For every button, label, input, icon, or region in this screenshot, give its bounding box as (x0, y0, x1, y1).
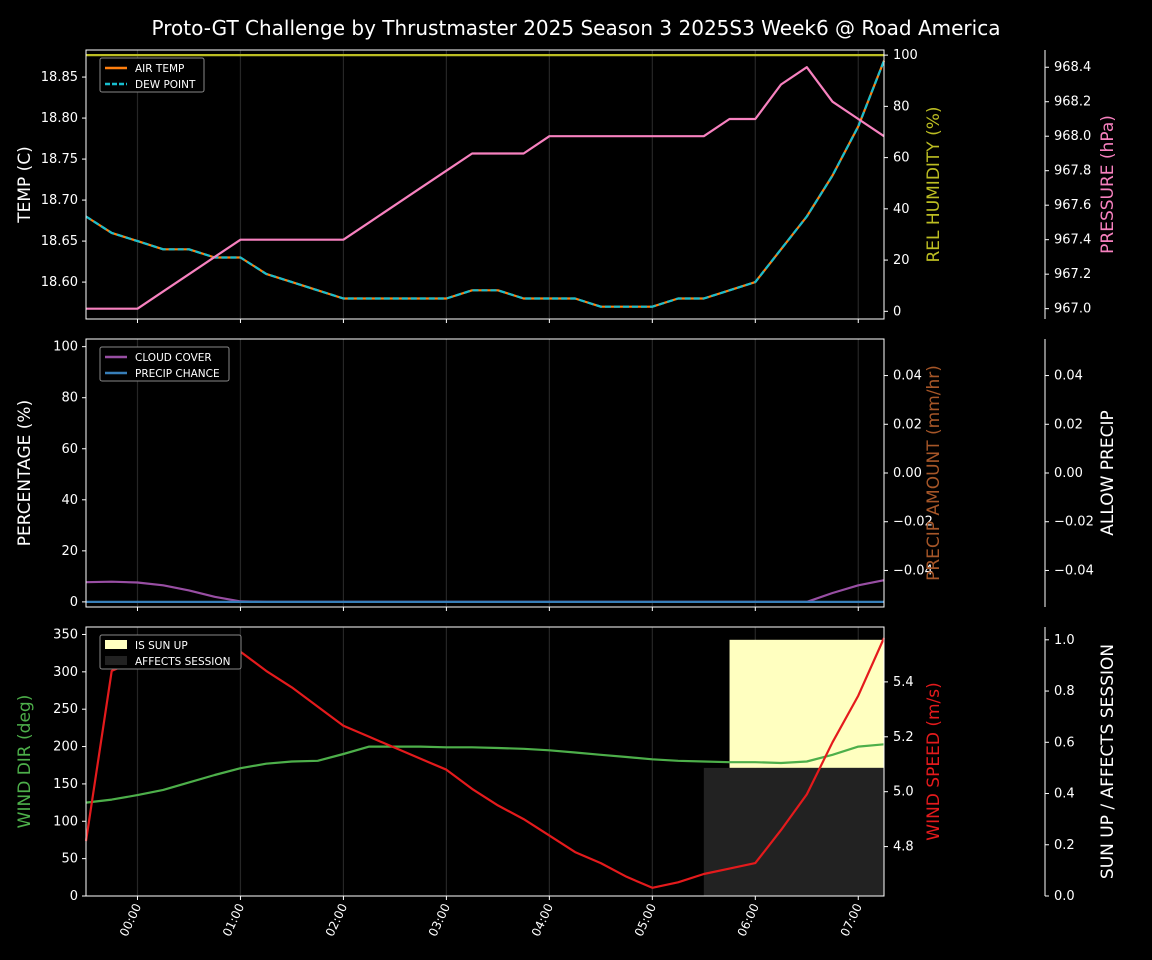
y-tick-label: 18.70 (41, 193, 78, 208)
y-axis-label: PERCENTAGE (%) (15, 400, 35, 546)
y-tick-label: 60 (61, 442, 78, 457)
y-far-right-tick-label: 967.8 (1054, 164, 1091, 179)
y-right-tick-label: 20 (893, 253, 910, 268)
y-tick-label: 350 (53, 627, 78, 642)
y-tick-label: 20 (61, 544, 78, 559)
y-far-right-tick-label: 0.02 (1054, 417, 1083, 432)
y-axis-label: WIND DIR (deg) (15, 695, 35, 829)
y-tick-label: 300 (53, 665, 78, 680)
y-right-tick-label: 80 (893, 99, 910, 114)
y-far-right-tick-label: 967.2 (1054, 267, 1091, 282)
y-far-right-axis-label: PRESSURE (hPa) (1098, 115, 1118, 254)
y-far-right-tick-label: 0.2 (1054, 838, 1075, 853)
y-far-right-tick-label: −0.04 (1054, 563, 1094, 578)
y-tick-label: 80 (61, 391, 78, 406)
y-tick-label: 18.85 (41, 70, 78, 85)
y-tick-label: 200 (53, 740, 78, 755)
y-axis-label: TEMP (C) (15, 146, 35, 224)
band-is-sun-up (729, 639, 884, 768)
y-tick-label: 100 (53, 340, 78, 355)
y-far-right-tick-label: 0.6 (1054, 735, 1075, 750)
y-far-right-tick-label: 968.2 (1054, 95, 1091, 110)
y-right-tick-label: 5.4 (893, 675, 914, 690)
y-far-right-tick-label: 967.4 (1054, 233, 1091, 248)
y-right-tick-label: 0.00 (893, 466, 922, 481)
y-tick-label: 18.75 (41, 152, 78, 167)
y-tick-label: 18.80 (41, 111, 78, 126)
y-tick-label: 0 (70, 595, 78, 610)
y-far-right-tick-label: 0.4 (1054, 787, 1075, 802)
y-right-tick-label: 4.8 (893, 840, 914, 855)
y-right-tick-label: 100 (893, 48, 918, 63)
figure-title: Proto-GT Challenge by Thrustmaster 2025 … (152, 16, 1001, 40)
legend-label: AFFECTS SESSION (135, 656, 231, 668)
legend-label: PRECIP CHANCE (135, 368, 220, 380)
y-right-tick-label: 40 (893, 202, 910, 217)
y-tick-label: 18.65 (41, 234, 78, 249)
y-far-right-tick-label: 1.0 (1054, 633, 1075, 648)
y-right-axis-label: REL HUMIDITY (%) (924, 106, 944, 262)
y-right-tick-label: 0 (893, 304, 901, 319)
y-far-right-tick-label: 968.0 (1054, 129, 1091, 144)
legend-label: AIR TEMP (135, 63, 184, 75)
y-far-right-tick-label: 0.00 (1054, 466, 1083, 481)
y-tick-label: 250 (53, 702, 78, 717)
y-far-right-tick-label: 967.6 (1054, 198, 1091, 213)
y-right-axis-label: PRECIP AMOUNT (mm/hr) (924, 365, 944, 581)
band-affects-session (703, 767, 884, 896)
y-right-tick-label: 0.04 (893, 369, 922, 384)
y-right-tick-label: 0.02 (893, 417, 922, 432)
legend-swatch (105, 656, 127, 665)
y-far-right-axis-label: ALLOW PRECIP (1098, 410, 1118, 536)
legend-label: DEW POINT (135, 79, 196, 91)
y-tick-label: 0 (70, 889, 78, 904)
y-right-tick-label: 5.2 (893, 730, 914, 745)
y-far-right-tick-label: 967.0 (1054, 302, 1091, 317)
y-far-right-tick-label: 968.4 (1054, 60, 1091, 75)
y-far-right-tick-label: 0.8 (1054, 684, 1075, 699)
weather-figure: Proto-GT Challenge by Thrustmaster 2025 … (0, 0, 1152, 960)
legend-swatch (105, 640, 127, 649)
y-tick-label: 100 (53, 814, 78, 829)
y-far-right-tick-label: 0.04 (1054, 369, 1083, 384)
legend-label: IS SUN UP (135, 640, 188, 652)
y-tick-label: 40 (61, 493, 78, 508)
y-tick-label: 50 (61, 852, 78, 867)
y-right-axis-label: WIND SPEED (m/s) (924, 682, 944, 840)
y-tick-label: 150 (53, 777, 78, 792)
y-tick-label: 18.60 (41, 275, 78, 290)
y-far-right-tick-label: 0.0 (1054, 889, 1075, 904)
figure-background (0, 0, 1152, 960)
y-far-right-tick-label: −0.02 (1054, 515, 1094, 530)
y-right-tick-label: 60 (893, 151, 910, 166)
legend-label: CLOUD COVER (135, 352, 212, 364)
y-right-tick-label: 5.0 (893, 785, 914, 800)
y-far-right-axis-label: SUN UP / AFFECTS SESSION (1098, 644, 1118, 879)
